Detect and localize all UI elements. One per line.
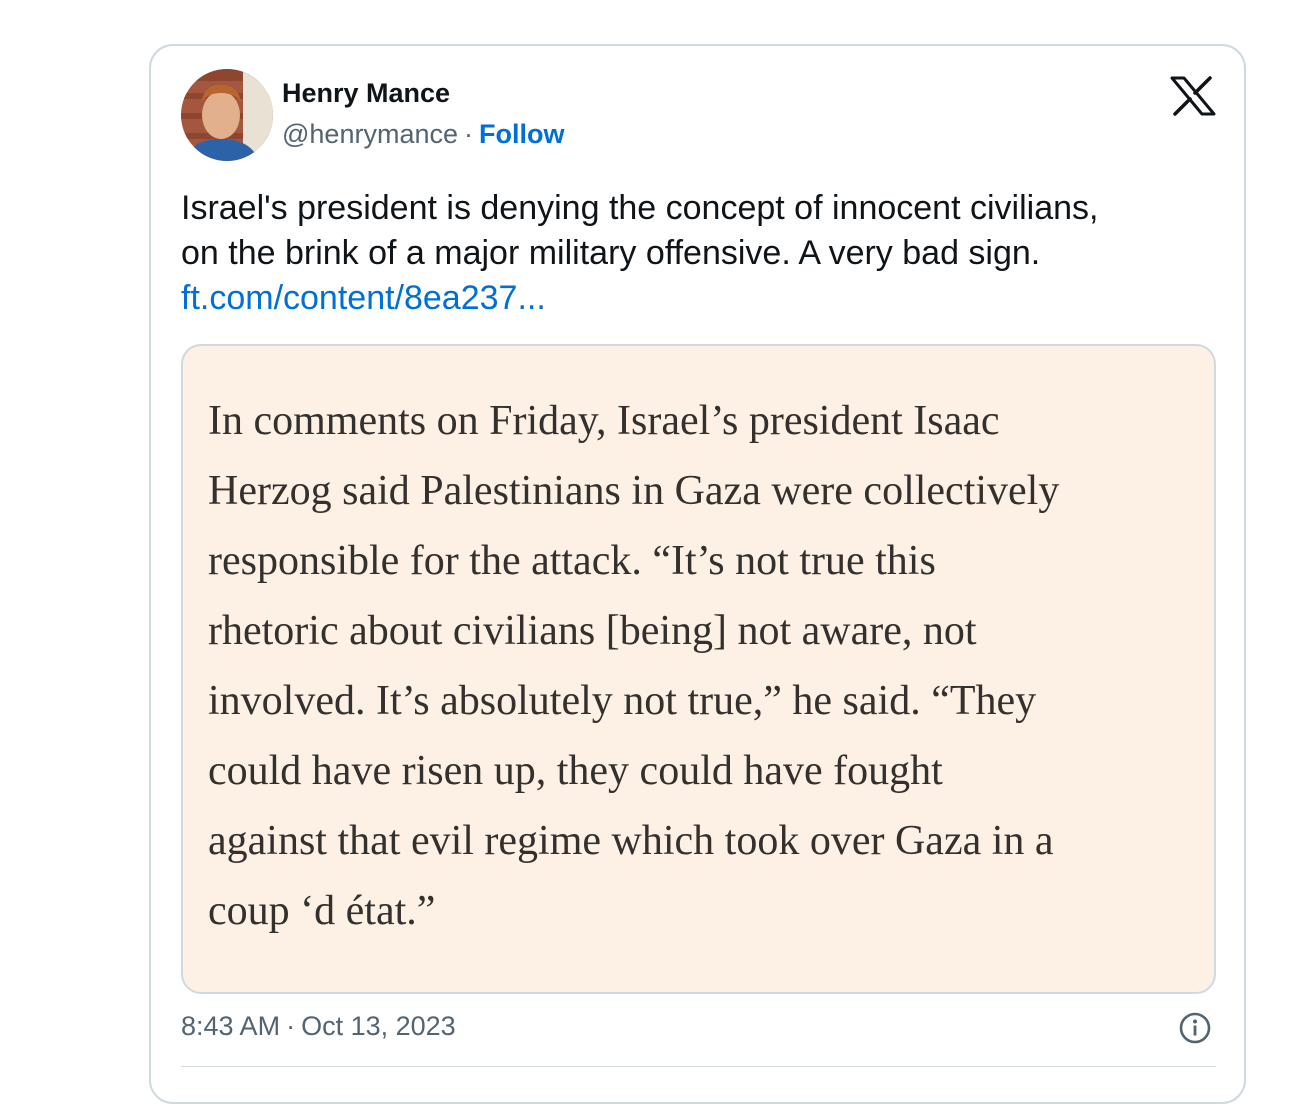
post-date: Oct 13, 2023 xyxy=(301,1011,456,1041)
author-meta: @henrymance · Follow xyxy=(282,119,564,150)
meta-separator: · xyxy=(464,119,473,149)
author-handle[interactable]: @henrymance xyxy=(282,119,458,149)
quote-line: involved. It’s absolutely not true,” he … xyxy=(208,678,1037,724)
quote-line: responsible for the attack. “It’s not tr… xyxy=(208,538,936,584)
quote-line: could have risen up, they could have fou… xyxy=(208,748,943,794)
article-link[interactable]: ft.com/content/8ea237... xyxy=(181,276,1221,321)
quote-line: Herzog said Palestinians in Gaza were co… xyxy=(208,468,1060,514)
timestamp-separator: · xyxy=(286,1011,296,1041)
tweet-text: Israel's president is denying the concep… xyxy=(181,186,1221,321)
quote-image[interactable]: In comments on Friday, Israel’s presiden… xyxy=(181,344,1216,994)
tweet-text-line: Israel's president is denying the concep… xyxy=(181,189,1099,227)
x-logo-icon[interactable] xyxy=(1169,76,1217,116)
quote-line: coup ‘d état.” xyxy=(208,888,436,934)
tweet-text-line: on the brink of a major military offensi… xyxy=(181,234,1041,272)
avatar[interactable] xyxy=(181,69,273,161)
tweet-card: Henry Mance @henrymance · Follow Israel's … xyxy=(149,44,1246,1104)
info-icon[interactable] xyxy=(1178,1011,1212,1045)
timestamp[interactable]: 8:43 AM · Oct 13, 2023 xyxy=(181,1011,456,1042)
post-time: 8:43 AM xyxy=(181,1011,281,1041)
quote-line: against that evil regime which took over… xyxy=(208,818,1054,864)
author-name[interactable]: Henry Mance xyxy=(282,78,450,109)
divider xyxy=(181,1066,1216,1067)
quote-line: rhetoric about civilians [being] not awa… xyxy=(208,608,977,654)
follow-button[interactable]: Follow xyxy=(479,119,564,149)
quote-line: In comments on Friday, Israel’s presiden… xyxy=(208,398,1000,444)
quote-text: In comments on Friday, Israel’s presiden… xyxy=(208,386,1208,946)
